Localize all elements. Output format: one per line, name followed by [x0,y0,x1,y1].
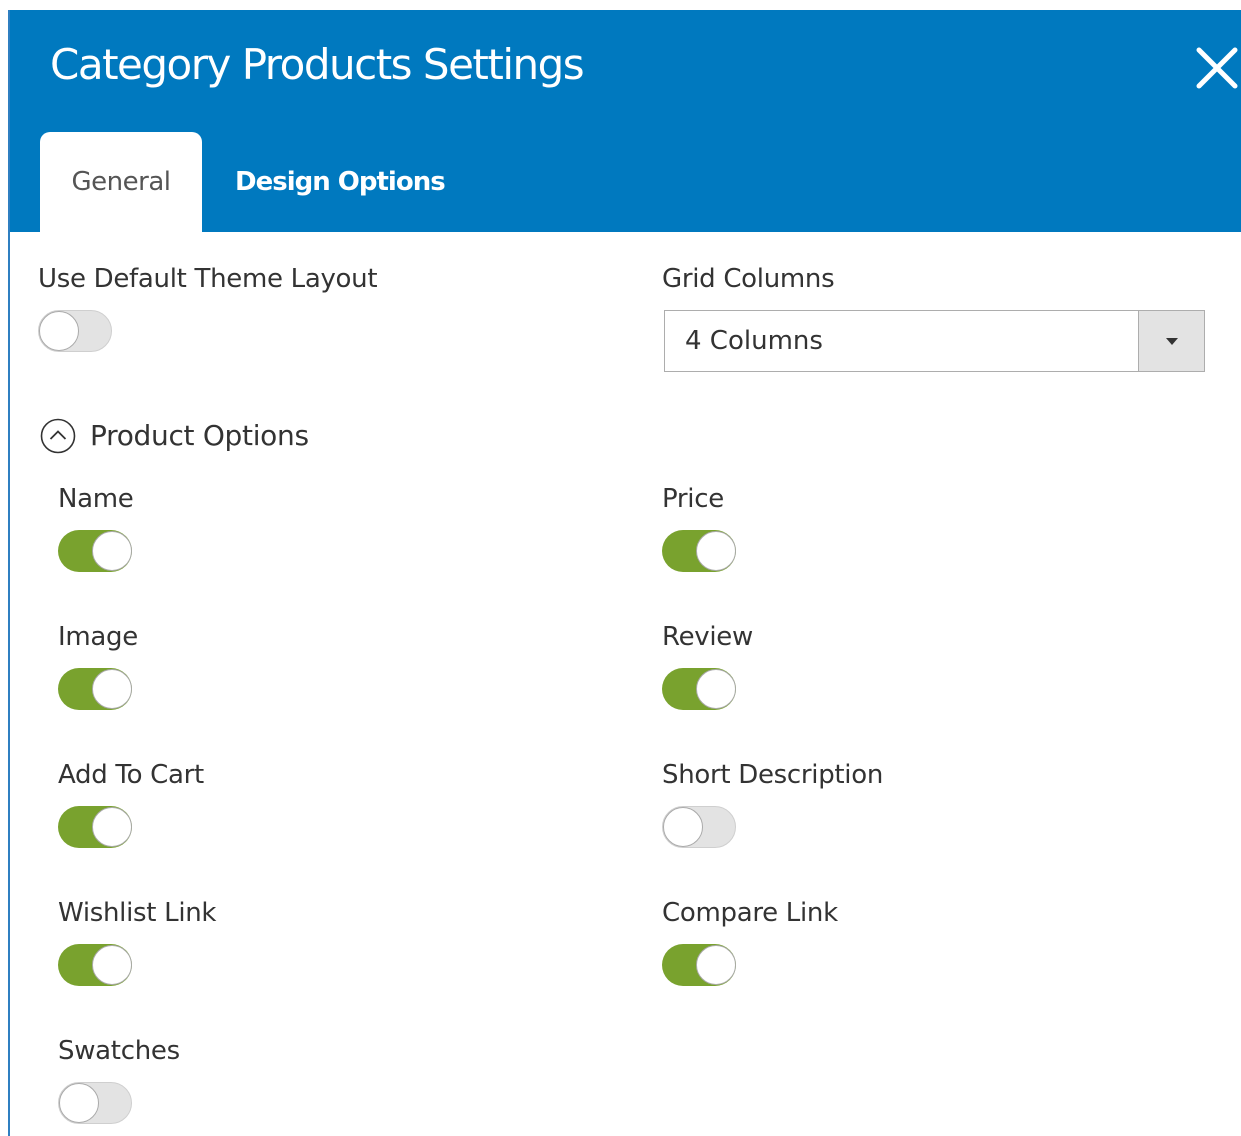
modal-title: Category Products Settings [50,40,585,89]
tab-general[interactable]: General [40,132,202,232]
toggle-knob [696,531,736,571]
use-default-layout-toggle[interactable] [38,310,112,352]
use-default-layout-label: Use Default Theme Layout [38,264,378,294]
option-label-compare-link: Compare Link [662,898,838,928]
toggle-knob [39,311,79,351]
option-label-image: Image [58,622,138,652]
option-label-swatches: Swatches [58,1036,180,1066]
option-label-wishlist-link: Wishlist Link [58,898,217,928]
toggle-knob [696,945,736,985]
option-toggle-swatches[interactable] [58,1082,132,1124]
toggle-knob [663,807,703,847]
grid-columns-select[interactable]: 4 Columns [664,310,1205,372]
product-options-title: Product Options [90,419,309,452]
option-toggle-name[interactable] [58,530,132,572]
option-toggle-compare-link[interactable] [662,944,736,986]
toggle-knob [92,531,132,571]
modal-header: Category Products Settings General Desig… [10,10,1241,232]
toggle-knob [92,807,132,847]
option-toggle-short-description[interactable] [662,806,736,848]
grid-columns-value: 4 Columns [685,326,823,356]
tab-design-options[interactable]: Design Options [235,132,446,232]
toggle-knob [92,669,132,709]
toggle-knob [696,669,736,709]
toggle-knob [59,1083,99,1123]
close-button[interactable] [1191,42,1241,94]
close-icon [1196,47,1238,89]
option-label-price: Price [662,484,724,514]
chevron-down-icon[interactable] [1138,311,1204,371]
option-label-add-to-cart: Add To Cart [58,760,204,790]
chevron-up-circle-icon [40,418,76,454]
option-label-short-description: Short Description [662,760,884,790]
settings-modal: Category Products Settings General Desig… [8,10,1241,1136]
option-toggle-image[interactable] [58,668,132,710]
toggle-knob [92,945,132,985]
option-toggle-review[interactable] [662,668,736,710]
option-toggle-add-to-cart[interactable] [58,806,132,848]
option-label-review: Review [662,622,753,652]
option-toggle-wishlist-link[interactable] [58,944,132,986]
option-label-name: Name [58,484,134,514]
grid-columns-label: Grid Columns [662,264,835,294]
option-toggle-price[interactable] [662,530,736,572]
